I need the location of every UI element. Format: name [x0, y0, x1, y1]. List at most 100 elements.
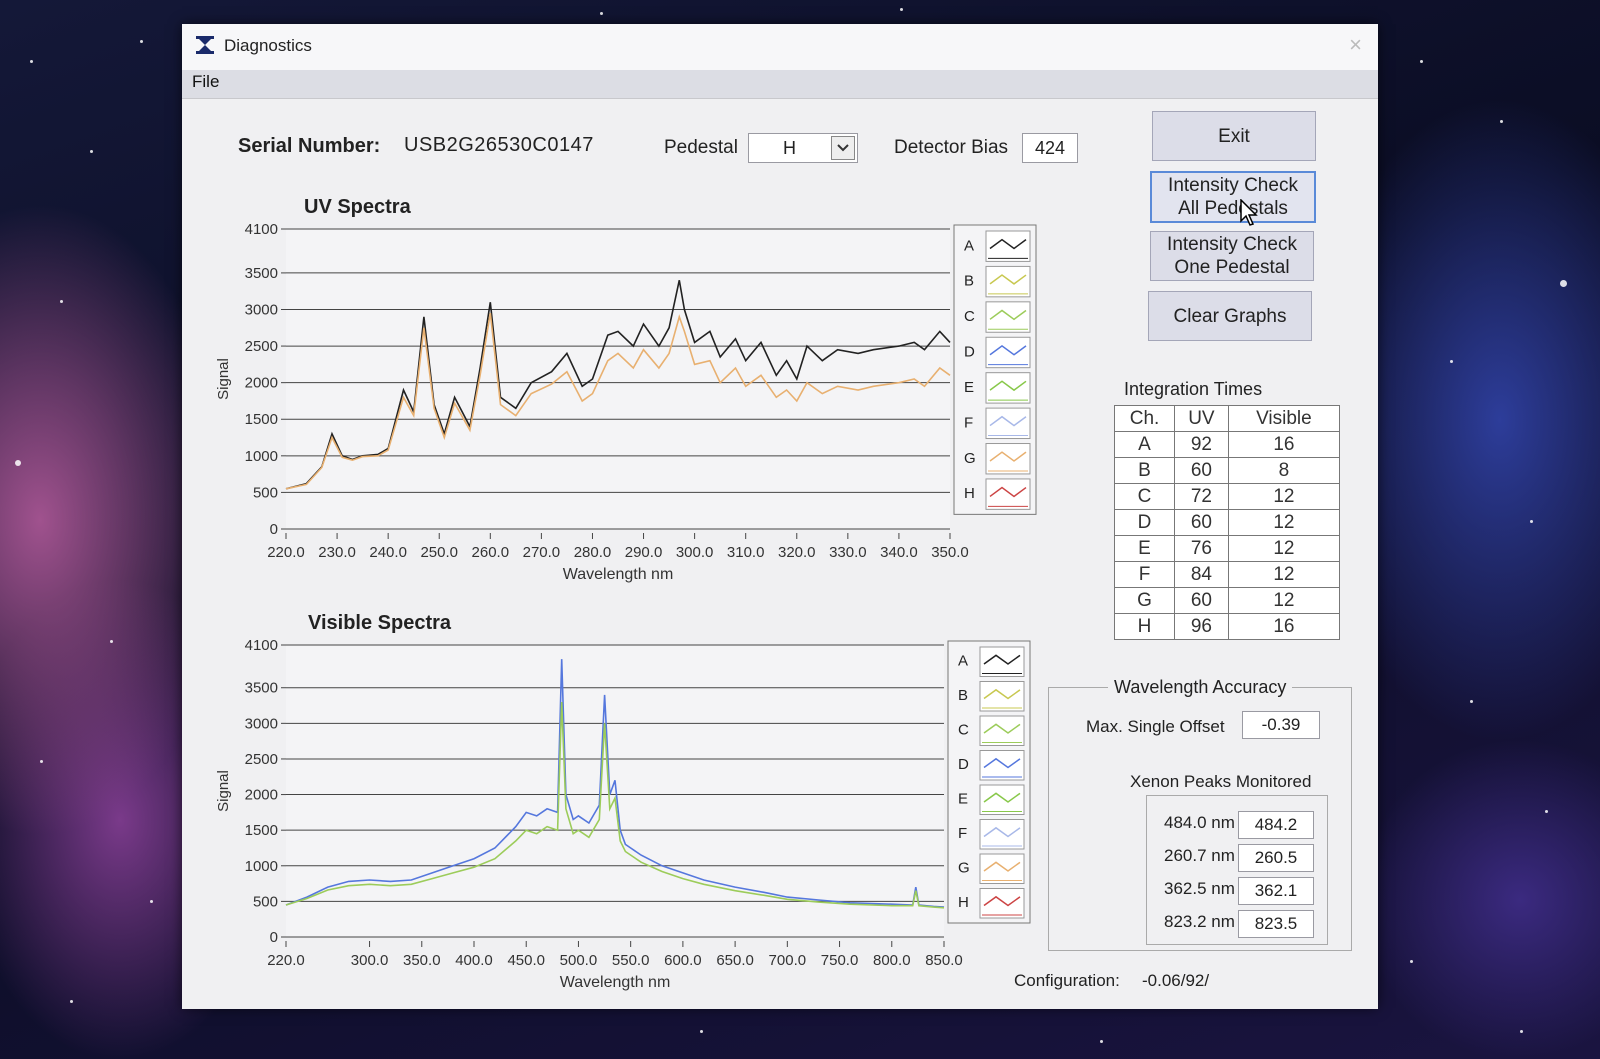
x-tick-label: 260.0 — [472, 544, 510, 561]
table-row: G 60 12 — [1113, 587, 1341, 614]
detector-bias-field[interactable]: 424 — [1022, 133, 1078, 163]
x-tick-label: 850.0 — [925, 952, 963, 969]
table-cell: C — [1113, 483, 1176, 510]
x-tick-label: 330.0 — [829, 544, 867, 561]
integration-times-title: Integration Times — [1124, 379, 1263, 399]
menu-file[interactable]: File — [192, 72, 219, 92]
table-cell: F — [1113, 561, 1176, 588]
title-bar[interactable]: Diagnostics × — [182, 24, 1378, 70]
window-title: Diagnostics — [224, 36, 312, 55]
diagnostics-window: Diagnostics × File Serial Number: USB2G2… — [182, 24, 1378, 1009]
table-cell: 8 — [1227, 457, 1341, 484]
column-header: UV — [1174, 405, 1229, 432]
x-tick-label: 220.0 — [267, 952, 305, 969]
y-tick-label: 3000 — [245, 301, 278, 318]
plot-area — [286, 229, 950, 529]
x-tick-label: 500.0 — [560, 952, 598, 969]
y-tick-label: 2000 — [245, 787, 278, 804]
y-tick-label: 3500 — [245, 265, 278, 282]
x-tick-label: 750.0 — [821, 952, 859, 969]
xenon-peak-label: 260.7 nm — [1164, 846, 1235, 865]
y-tick-label: 0 — [270, 929, 278, 946]
button-label-line2: One Pedestal — [1174, 257, 1290, 278]
table-cell: 16 — [1227, 613, 1341, 640]
legend-label: B — [964, 273, 974, 290]
x-tick-label: 280.0 — [574, 544, 612, 561]
table-cell: 72 — [1174, 483, 1229, 510]
x-tick-label: 250.0 — [420, 544, 458, 561]
x-tick-label: 450.0 — [507, 952, 545, 969]
y-tick-label: 2500 — [245, 751, 278, 768]
intensity-check-one-pedestal-button[interactable]: Intensity Check One Pedestal — [1150, 231, 1314, 281]
y-tick-label: 1500 — [245, 822, 278, 839]
y-tick-label: 500 — [253, 484, 278, 501]
x-tick-label: 340.0 — [880, 544, 918, 561]
pedestal-label: Pedestal — [664, 137, 738, 158]
table-cell: H — [1113, 613, 1176, 640]
button-label-line2: All Pedestals — [1178, 198, 1288, 219]
xenon-peak-label: 484.0 nm — [1164, 813, 1235, 832]
x-tick-label: 320.0 — [778, 544, 816, 561]
legend-label: F — [958, 825, 967, 842]
table-cell: 12 — [1227, 509, 1341, 536]
y-tick-label: 3500 — [245, 680, 278, 697]
x-tick-label: 600.0 — [664, 952, 702, 969]
xenon-peak-label: 362.5 nm — [1164, 879, 1235, 898]
x-tick-label: 400.0 — [455, 952, 493, 969]
detector-bias-label: Detector Bias — [894, 137, 1009, 158]
table-cell: 84 — [1174, 561, 1229, 588]
table-cell: 60 — [1174, 587, 1229, 614]
y-axis-label: Signal — [215, 358, 232, 400]
table-cell: 60 — [1174, 509, 1229, 536]
serial-number-label: Serial Number: — [238, 135, 381, 157]
mouse-cursor-icon — [1240, 199, 1258, 226]
close-icon[interactable]: × — [1349, 32, 1362, 58]
exit-button[interactable]: Exit — [1152, 111, 1316, 161]
legend-label: G — [964, 450, 976, 467]
legend-label: C — [958, 722, 969, 739]
table-header-row: Ch. UV Visible — [1113, 405, 1341, 432]
wavelength-accuracy-title: Wavelength Accuracy — [1108, 677, 1293, 698]
legend-label: C — [964, 308, 975, 325]
x-tick-label: 550.0 — [612, 952, 650, 969]
visible-spectra-chart: Visible Spectra 0 500 1000 1500 2000 2500 3000 3… — [215, 612, 1031, 991]
pedestal-select[interactable]: H — [748, 133, 858, 163]
table-cell: 12 — [1227, 587, 1341, 614]
chevron-down-icon[interactable] — [831, 136, 855, 160]
x-tick-label: 230.0 — [318, 544, 356, 561]
table-cell: 60 — [1174, 457, 1229, 484]
button-label-line1: Intensity Check — [1167, 234, 1297, 255]
table-row: C 72 12 — [1113, 483, 1341, 510]
table-cell: 12 — [1227, 483, 1341, 510]
table-row: H 96 16 — [1113, 613, 1341, 640]
intensity-check-all-pedestals-button[interactable]: Intensity Check All Pedestals — [1150, 171, 1316, 223]
menu-bar: File — [182, 70, 1378, 98]
client-area: Serial Number: USB2G26530C0147 Pedestal … — [182, 98, 1378, 1009]
x-tick-label: 800.0 — [873, 952, 911, 969]
table-row: A 92 16 — [1113, 431, 1341, 458]
x-axis-label: Wavelength nm — [560, 974, 671, 991]
table-cell: B — [1113, 457, 1176, 484]
legend-label: E — [964, 379, 974, 396]
table-row: D 60 12 — [1113, 509, 1341, 536]
serial-number-value: USB2G26530C0147 — [404, 134, 594, 156]
column-header: Ch. — [1113, 405, 1176, 432]
y-tick-label: 4100 — [245, 221, 278, 238]
clear-graphs-button[interactable]: Clear Graphs — [1148, 291, 1312, 341]
legend-label: D — [958, 756, 969, 773]
chart-title: UV Spectra — [304, 196, 412, 218]
x-tick-label: 270.0 — [523, 544, 561, 561]
column-header: Visible — [1227, 405, 1341, 432]
x-tick-label: 300.0 — [351, 952, 389, 969]
legend-label: H — [958, 894, 969, 911]
uv-spectra-chart: UV Spectra 0 500 1000 1500 2000 2500 3000 3500 41… — [215, 196, 1037, 583]
legend-label: E — [958, 791, 968, 808]
legend-label: H — [964, 485, 975, 502]
y-tick-label: 0 — [270, 521, 278, 538]
legend-label: D — [964, 344, 975, 361]
table-row: B 60 8 — [1113, 457, 1341, 484]
table-cell: A — [1113, 431, 1176, 458]
x-tick-label: 220.0 — [267, 544, 305, 561]
y-tick-label: 1000 — [245, 858, 278, 875]
x-tick-label: 350.0 — [931, 544, 969, 561]
